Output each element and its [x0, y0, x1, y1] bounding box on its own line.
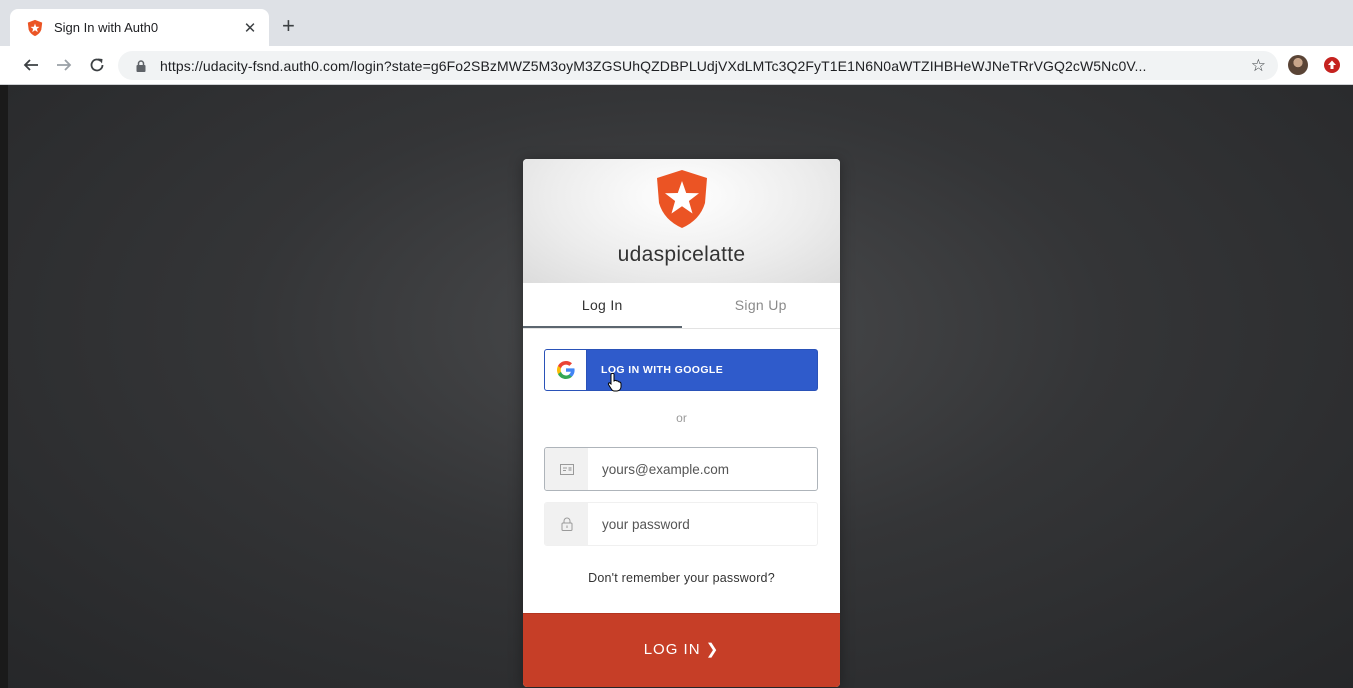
email-field	[544, 447, 818, 491]
log-in-submit-button[interactable]: LOG IN ❯	[523, 613, 840, 687]
tab-log-in[interactable]: Log In	[523, 283, 682, 328]
back-icon[interactable]	[20, 54, 42, 76]
auth0-favicon-icon	[27, 19, 43, 36]
url-text[interactable]: https://udacity-fsnd.auth0.com/login?sta…	[160, 58, 1241, 74]
auth-tabs: Log In Sign Up	[523, 283, 840, 329]
close-icon[interactable]: ✕	[241, 19, 259, 37]
forward-icon[interactable]	[53, 54, 75, 76]
reload-icon[interactable]	[86, 54, 108, 76]
browser-toolbar: https://udacity-fsnd.auth0.com/login?sta…	[0, 46, 1353, 85]
email-input[interactable]	[588, 461, 808, 477]
auth0-lock-widget: udaspicelatte Log In Sign Up LOG IN WITH…	[523, 159, 840, 687]
profile-avatar[interactable]	[1288, 55, 1308, 75]
tab-sign-up[interactable]: Sign Up	[682, 283, 841, 328]
auth0-shield-logo-icon	[657, 170, 707, 228]
google-icon	[556, 361, 575, 379]
extension-icon[interactable]	[1323, 56, 1341, 74]
new-tab-icon[interactable]: +	[282, 14, 295, 38]
password-field	[544, 502, 818, 546]
hand-cursor-icon	[607, 372, 622, 392]
tab-strip: Sign In with Auth0 ✕ +	[0, 0, 1353, 46]
tab-title: Sign In with Auth0	[54, 20, 159, 35]
email-icon	[545, 448, 588, 490]
google-icon-box	[545, 350, 587, 390]
browser-chrome: Sign In with Auth0 ✕ + https://udacity-f…	[0, 0, 1353, 85]
google-login-button[interactable]: LOG IN WITH GOOGLE	[544, 349, 818, 391]
browser-tab[interactable]: Sign In with Auth0 ✕	[10, 9, 269, 46]
password-lock-icon	[545, 503, 588, 545]
forgot-password-link[interactable]: Don't remember your password?	[523, 571, 840, 585]
lock-icon[interactable]	[134, 59, 148, 73]
or-separator: or	[676, 411, 687, 425]
app-name: udaspicelatte	[617, 243, 746, 266]
widget-header: udaspicelatte	[523, 159, 840, 283]
star-icon[interactable]: ☆	[1251, 56, 1266, 76]
url-host: https://udacity-fsnd.auth0.com	[160, 57, 350, 74]
address-bar[interactable]: https://udacity-fsnd.auth0.com/login?sta…	[118, 51, 1278, 80]
page-viewport: udaspicelatte Log In Sign Up LOG IN WITH…	[0, 85, 1353, 688]
password-input[interactable]	[588, 516, 808, 532]
url-path: /login?state=g6Fo2SBzMWZ5M3oyM3ZGSUhQZDB…	[349, 57, 1147, 74]
